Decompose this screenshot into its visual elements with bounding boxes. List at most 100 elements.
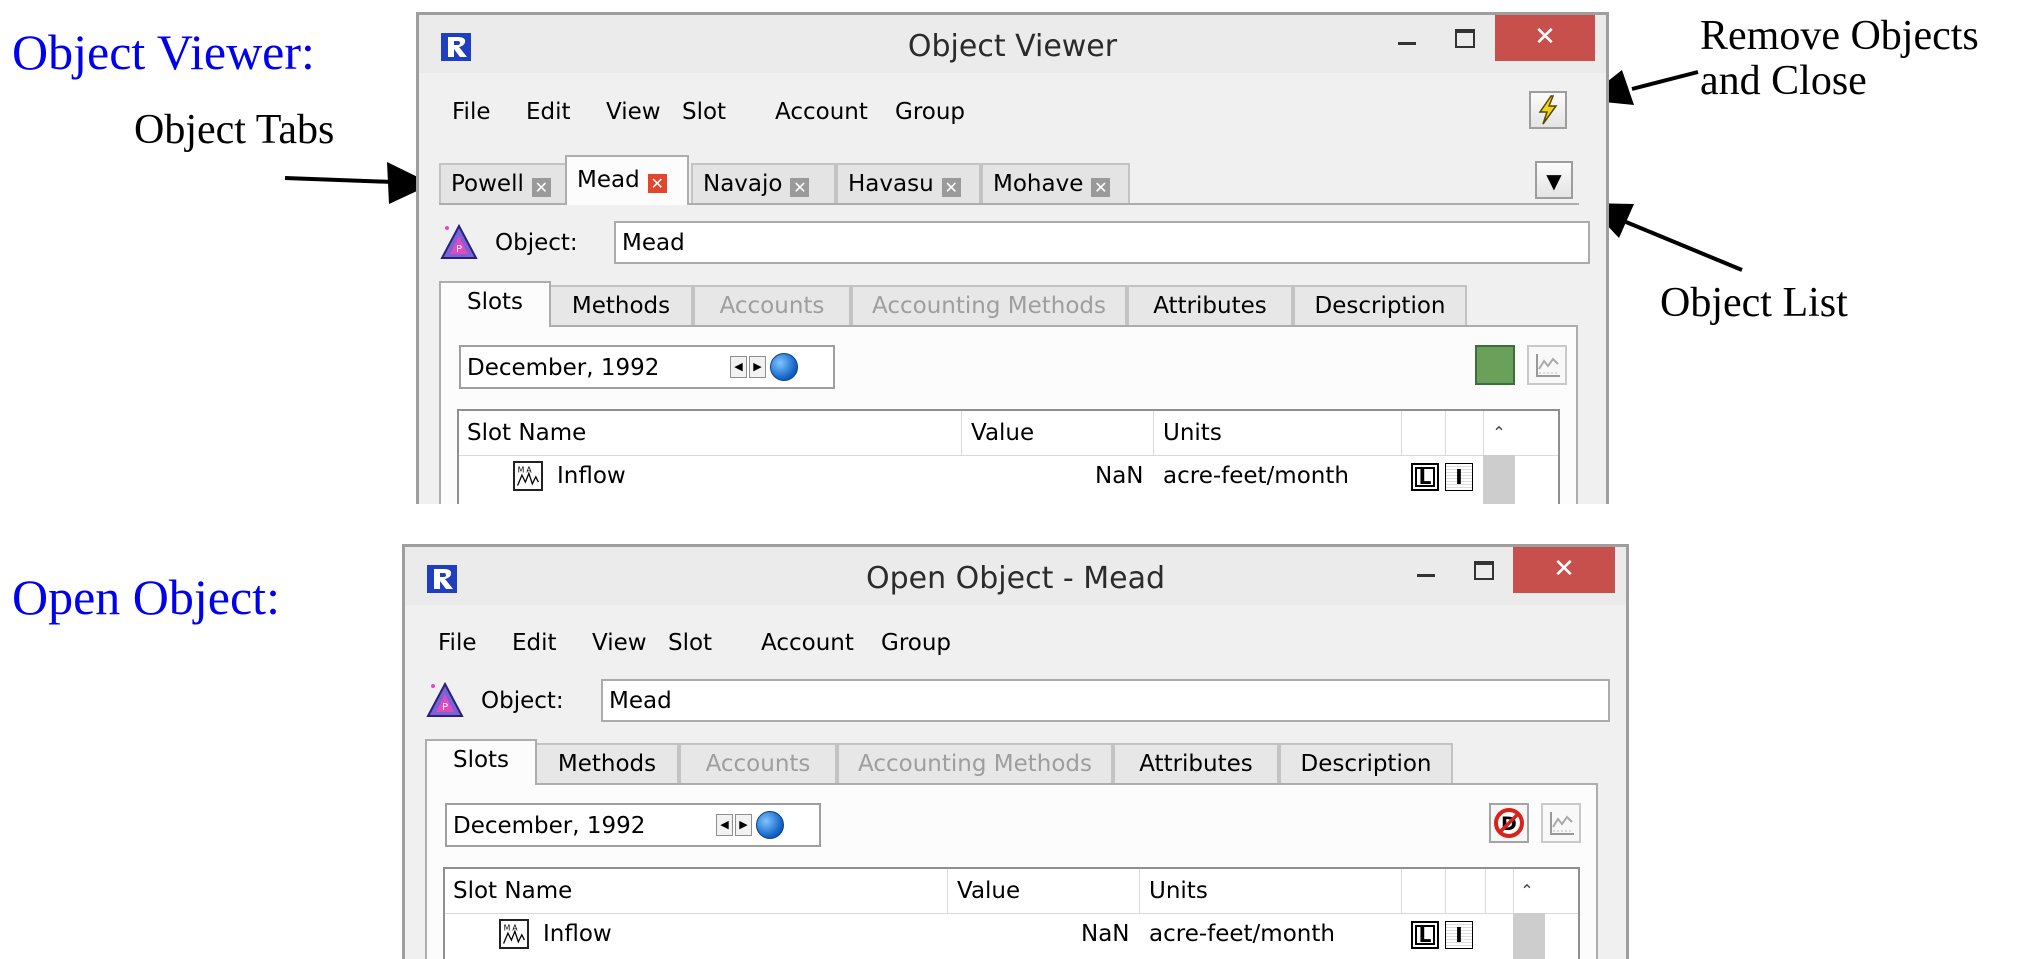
object-tab-powell[interactable]: Powell ✕ xyxy=(439,163,569,203)
tab-accounts[interactable]: Accounts xyxy=(679,743,837,783)
menu-file[interactable]: File xyxy=(438,630,477,656)
globe-icon[interactable] xyxy=(756,811,784,839)
col-slot-name[interactable]: Slot Name xyxy=(467,420,586,446)
col-units[interactable]: Units xyxy=(1149,878,1208,904)
col-value[interactable]: Value xyxy=(957,878,1020,904)
tab-methods[interactable]: Methods xyxy=(535,743,679,783)
menu-edit[interactable]: Edit xyxy=(526,99,571,125)
slot-table: Slot Name Value Units ⌃ M A Inflow NaN a… xyxy=(457,409,1560,504)
col-divider xyxy=(961,411,962,455)
remove-objects-close-button[interactable] xyxy=(1529,91,1567,129)
tab-accounting-methods[interactable]: Accounting Methods xyxy=(837,743,1113,783)
object-name-field[interactable]: Mead xyxy=(601,679,1610,722)
slot-name: Inflow xyxy=(557,463,626,489)
tab-close-icon[interactable]: ✕ xyxy=(941,178,961,197)
tab-accounting-methods[interactable]: Accounting Methods xyxy=(851,285,1127,325)
menu-view[interactable]: View xyxy=(592,630,647,656)
tab-close-icon[interactable]: ✕ xyxy=(647,174,667,193)
col-divider xyxy=(1483,411,1484,455)
object-list-arrow xyxy=(1625,220,1743,272)
col-slot-name[interactable]: Slot Name xyxy=(453,878,572,904)
scroll-up-icon[interactable]: ⌃ xyxy=(1489,423,1509,442)
plot-button[interactable] xyxy=(1527,345,1567,385)
object-viewer-window: Object Viewer ✕ File Edit View Slot Acco… xyxy=(416,12,1609,504)
table-header: Slot Name Value Units ⌃ xyxy=(459,411,1558,456)
table-row[interactable]: M A Inflow NaN acre-feet/month L I xyxy=(459,455,1558,499)
tab-close-icon[interactable]: ✕ xyxy=(531,178,551,197)
display-status-button[interactable] xyxy=(1475,345,1515,385)
menu-view[interactable]: View xyxy=(606,99,661,125)
menu-group[interactable]: Group xyxy=(881,630,951,656)
date-value: December, 1992 xyxy=(467,355,660,381)
plot-button[interactable] xyxy=(1541,803,1581,843)
tab-close-icon[interactable]: ✕ xyxy=(1091,178,1111,197)
date-prev-button[interactable]: ◀ xyxy=(716,814,733,836)
menu-slot[interactable]: Slot xyxy=(668,630,712,656)
date-field[interactable]: December, 1992 ◀ ▶ xyxy=(459,345,835,389)
chart-icon xyxy=(1550,812,1574,835)
date-prev-button[interactable]: ◀ xyxy=(730,356,747,378)
date-next-button[interactable]: ▶ xyxy=(735,814,752,836)
menu-group[interactable]: Group xyxy=(895,99,965,125)
col-value[interactable]: Value xyxy=(971,420,1034,446)
object-tab-mohave[interactable]: Mohave ✕ xyxy=(981,163,1130,203)
globe-icon[interactable] xyxy=(770,353,798,381)
table-header: Slot Name Value Units ⌃ xyxy=(445,869,1578,914)
slot-units: acre-feet/month xyxy=(1149,921,1335,947)
menu-account[interactable]: Account xyxy=(775,99,868,125)
menu-edit[interactable]: Edit xyxy=(512,630,557,656)
object-tab-havasu[interactable]: Havasu ✕ xyxy=(836,163,981,203)
object-row: P Object: Mead xyxy=(405,678,1626,726)
svg-text:M: M xyxy=(518,466,525,475)
slots-panel: December, 1992 ◀ ▶ D Slot Name Value xyxy=(425,783,1598,959)
object-label: Object: xyxy=(481,688,564,714)
menu-file[interactable]: File xyxy=(452,99,491,125)
minimize-button[interactable] xyxy=(1384,15,1430,61)
maximize-button[interactable] xyxy=(1441,15,1487,61)
scroll-up-icon[interactable]: ⌃ xyxy=(1517,881,1537,900)
tab-description[interactable]: Description xyxy=(1279,743,1453,783)
date-next-button[interactable]: ▶ xyxy=(749,356,766,378)
linked-flag-icon: L xyxy=(1411,463,1439,491)
minimize-button[interactable] xyxy=(1403,547,1449,593)
col-divider xyxy=(1401,869,1402,913)
close-button[interactable]: ✕ xyxy=(1513,547,1615,593)
tab-slots[interactable]: Slots xyxy=(425,739,537,785)
tab-description[interactable]: Description xyxy=(1293,285,1467,325)
tab-methods[interactable]: Methods xyxy=(549,285,693,325)
display-status-button[interactable]: D xyxy=(1489,803,1529,843)
object-tab-navajo[interactable]: Navajo ✕ xyxy=(691,163,836,203)
object-list-button[interactable]: ▼ xyxy=(1535,161,1573,199)
triangle-down-icon: ▼ xyxy=(1546,169,1562,193)
col-divider xyxy=(1485,869,1486,913)
open-object-window: Open Object - Mead ✕ File Edit View Slot… xyxy=(402,544,1629,959)
col-units[interactable]: Units xyxy=(1163,420,1222,446)
close-button[interactable]: ✕ xyxy=(1495,15,1595,61)
object-tabs-arrow xyxy=(284,176,394,184)
date-field[interactable]: December, 1992 ◀ ▶ xyxy=(445,803,821,847)
col-divider xyxy=(1445,411,1446,455)
series-slot-icon: M A xyxy=(513,461,543,491)
input-flag-icon: I xyxy=(1445,463,1473,491)
slots-panel: December, 1992 ◀ ▶ Slot Name Value Units xyxy=(439,325,1578,504)
svg-text:M: M xyxy=(504,924,511,933)
menu-slot[interactable]: Slot xyxy=(682,99,726,125)
object-tab-label: Mead xyxy=(577,167,640,193)
tab-attributes[interactable]: Attributes xyxy=(1127,285,1293,325)
col-divider xyxy=(1153,411,1154,455)
tab-accounts[interactable]: Accounts xyxy=(693,285,851,325)
reservoir-icon: P xyxy=(426,681,464,717)
slot-tab-bar: Slots Methods Accounts Accounting Method… xyxy=(439,281,1578,327)
tab-slots[interactable]: Slots xyxy=(439,281,551,327)
tab-attributes[interactable]: Attributes xyxy=(1113,743,1279,783)
object-name-field[interactable]: Mead xyxy=(614,221,1590,264)
table-row[interactable]: M A Inflow NaN acre-feet/month L I xyxy=(445,913,1578,957)
tab-close-icon[interactable]: ✕ xyxy=(790,178,810,197)
maximize-button[interactable] xyxy=(1460,547,1506,593)
svg-text:P: P xyxy=(442,702,448,713)
menu-account[interactable]: Account xyxy=(761,630,854,656)
object-tab-mead[interactable]: Mead ✕ xyxy=(565,155,689,205)
col-divider xyxy=(1445,869,1446,913)
no-display-icon: D xyxy=(1494,808,1524,838)
object-tab-label: Powell xyxy=(451,171,524,197)
